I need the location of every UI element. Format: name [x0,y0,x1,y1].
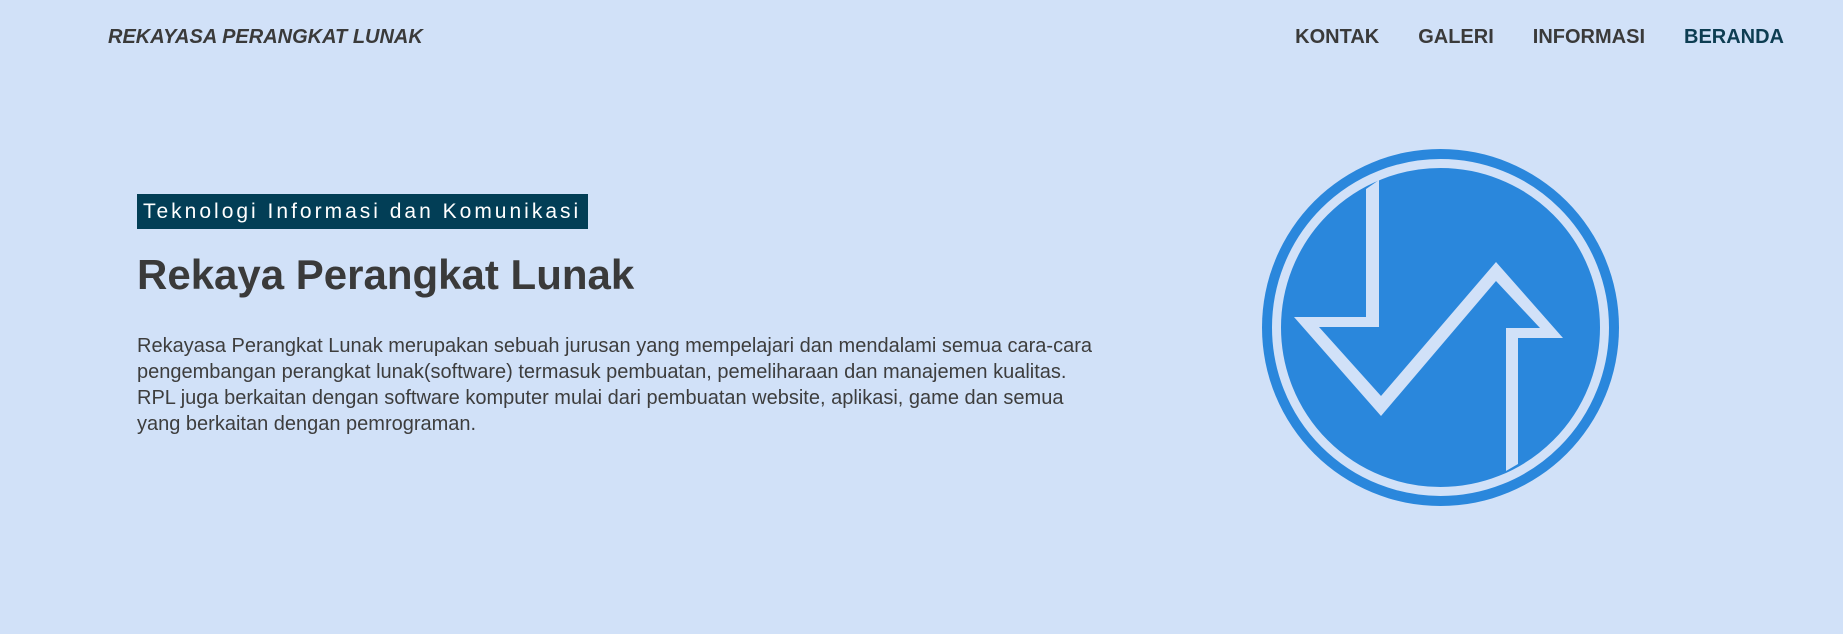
nav-galeri[interactable]: GALERI [1418,26,1494,49]
category-tag: Teknologi Informasi dan Komunikasi [137,194,589,229]
brand-title[interactable]: REKAYASA PERANGKAT LUNAK [108,26,423,49]
nav-kontak[interactable]: KONTAK [1295,26,1379,49]
nav-informasi[interactable]: INFORMASI [1533,26,1645,49]
main-nav: KONTAK GALERI INFORMASI BERANDA [1295,26,1784,49]
rpl-arrows-logo-icon [1262,149,1619,506]
page-title: Rekaya Perangkat Lunak [137,251,635,298]
nav-beranda[interactable]: BERANDA [1684,26,1784,49]
hero-section: Teknologi Informasi dan Komunikasi Rekay… [137,194,1117,437]
hero-description: Rekayasa Perangkat Lunak merupakan sebua… [137,335,1092,435]
